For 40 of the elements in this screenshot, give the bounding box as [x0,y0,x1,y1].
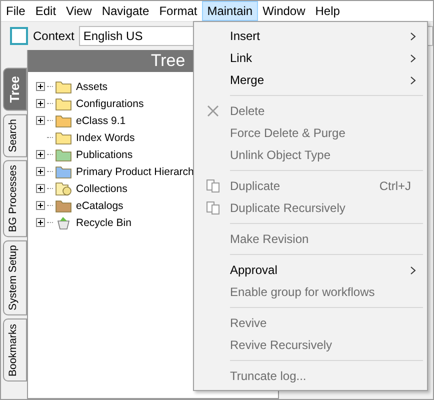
expand-icon[interactable] [36,184,45,193]
menu-item[interactable]: Help [310,1,345,21]
menu-item[interactable]: View [61,1,97,21]
menu-entry[interactable]: Insert [196,25,425,47]
expand-icon[interactable] [36,150,45,159]
menu-item[interactable]: Maintain [202,1,258,21]
menu-entry[interactable]: Merge [196,69,425,91]
tree-item[interactable]: Recycle Bin [74,216,132,228]
expand-icon[interactable] [36,82,45,91]
expand-icon[interactable] [36,218,45,227]
tree-item[interactable]: Collections [74,182,128,194]
copy-icon [206,201,220,215]
tree-item[interactable]: Assets [74,80,108,92]
menu-item[interactable]: Edit [30,1,62,21]
tree-item[interactable]: Publications [74,148,133,160]
copy-icon [206,179,220,193]
expand-icon[interactable] [36,99,45,108]
menu-item[interactable]: File [1,1,30,21]
recycle-bin-icon [55,216,72,230]
tree-item[interactable]: Configurations [74,98,144,110]
side-tab[interactable]: Bookmarks [3,318,27,382]
side-tab[interactable]: Tree [3,68,27,111]
side-tab[interactable]: Search [3,114,27,158]
menu-entry[interactable]: Approval [196,259,425,281]
expand-icon[interactable] [36,116,45,125]
tree-item[interactable]: eClass 9.1 [74,114,126,126]
expand-icon[interactable] [36,201,45,210]
side-tab[interactable]: System Setup [3,240,27,316]
side-tab[interactable]: BG Processes [3,160,27,238]
menu-item[interactable]: Format [154,1,202,21]
tree-item[interactable]: Index Words [74,132,135,144]
tree-item[interactable]: eCatalogs [74,200,124,212]
close-icon [207,105,219,117]
collection-icon [55,182,72,196]
menu-item[interactable]: Navigate [96,1,154,21]
menu-item[interactable]: Window [258,1,310,21]
context-icon[interactable] [10,27,28,45]
tree-item[interactable]: Primary Product Hierarch [74,166,194,178]
expand-icon[interactable] [36,167,45,176]
context-label: Context [33,29,74,43]
